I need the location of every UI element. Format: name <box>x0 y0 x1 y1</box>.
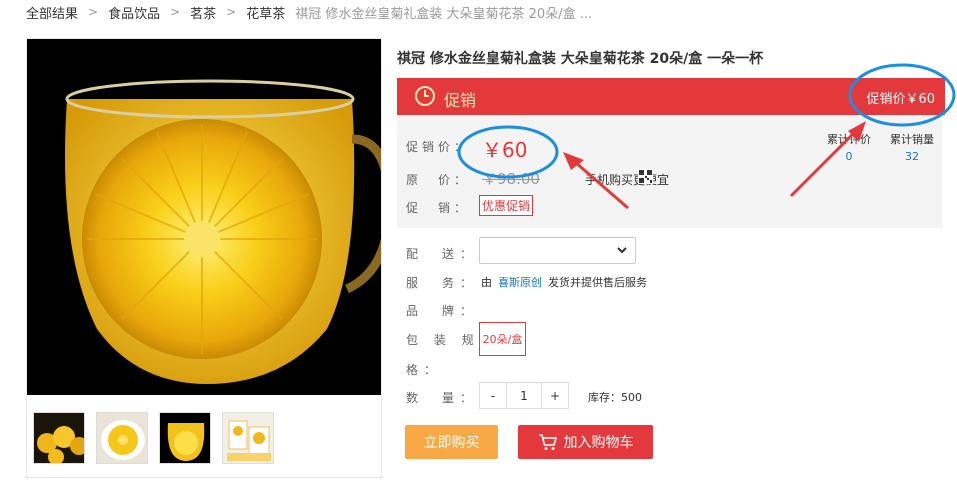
add-to-cart-button[interactable]: 加入购物车 <box>518 425 653 459</box>
service-suffix: 发货并提供售后服务 <box>548 276 647 289</box>
price-box: 促销价： ￥60 原 价： ￥98.00 手机购买更便宜 促 销： 优惠促销 累… <box>397 115 942 228</box>
promo-price-tag: 促销价￥60 <box>866 92 935 107</box>
service-prefix: 由 <box>481 276 492 289</box>
original-price-label: 原 价： <box>406 173 471 187</box>
spec-label-cont: 格： <box>406 363 443 377</box>
promo-bar: 促销 促销价￥60 <box>397 78 945 115</box>
product-title: 祺冠 修水金丝皇菊礼盒装 大朵皇菊花茶 20朵/盒 一朵一杯 <box>397 51 764 67</box>
breadcrumb-item-food[interactable]: 食品饮品 <box>108 3 160 22</box>
mobile-cheaper-link[interactable]: 手机购买更便宜 <box>585 171 669 188</box>
product-main-image[interactable] <box>27 39 381 395</box>
stat-reviews[interactable]: 累计评价 0 <box>827 131 871 163</box>
quantity-stepper: - 1 + <box>479 382 569 409</box>
clock-icon <box>415 86 435 106</box>
delivery-label: 配 送： <box>406 247 479 261</box>
brand-label: 品 牌： <box>406 304 479 318</box>
spec-option-20-per-box[interactable]: 20朵/盒 <box>479 322 526 356</box>
promotion-label: 促 销： <box>406 201 471 215</box>
promo-price-label: 促销价： <box>406 140 471 154</box>
add-to-cart-label: 加入购物车 <box>563 435 634 451</box>
chevron-right-icon: > <box>88 5 99 19</box>
breadcrumb-item-herbal-tea[interactable]: 花草茶 <box>246 3 285 22</box>
breadcrumb: 全部结果 > 食品饮品 > 茗茶 > 花草茶 祺冠 修水金丝皇菊礼盒装 大朵皇菊… <box>26 2 592 22</box>
quantity-label: 数 量： <box>406 391 479 405</box>
promo-price-value: ￥60 <box>482 138 528 162</box>
stat-sales-value: 32 <box>905 150 919 163</box>
product-gallery <box>26 38 382 478</box>
promo-label: 促销 <box>444 91 477 110</box>
chevron-down-icon <box>617 247 627 254</box>
qr-code-icon[interactable] <box>638 169 653 184</box>
chevron-right-icon: > <box>226 5 237 19</box>
breadcrumb-item-tea[interactable]: 茗茶 <box>190 3 216 22</box>
original-price-value: ￥98.00 <box>482 170 540 188</box>
spec-label: 包 装 规 <box>406 333 480 347</box>
thumbnail-1[interactable] <box>33 412 85 464</box>
stat-reviews-label: 累计评价 <box>827 133 871 146</box>
thumbnail-4[interactable] <box>222 412 274 464</box>
shop-link[interactable]: 喜斯原创 <box>498 276 542 289</box>
stat-reviews-value: 0 <box>845 150 853 163</box>
chevron-right-icon: > <box>170 5 181 19</box>
quantity-minus-button[interactable]: - <box>479 382 507 409</box>
buy-now-label: 立即购买 <box>423 435 480 451</box>
cart-icon <box>538 434 557 450</box>
quantity-plus-button[interactable]: + <box>541 382 569 409</box>
stat-sales: 累计销量 32 <box>890 131 934 163</box>
delivery-select[interactable] <box>479 237 636 264</box>
buy-now-button[interactable]: 立即购买 <box>405 425 498 459</box>
stock-count: 库存：500 <box>588 391 642 404</box>
breadcrumb-item-current: 祺冠 修水金丝皇菊礼盒装 大朵皇菊花茶 20朵/盒 ... <box>295 6 593 22</box>
promotion-tag[interactable]: 优惠促销 <box>479 195 534 216</box>
breadcrumb-item-all[interactable]: 全部结果 <box>26 3 78 22</box>
thumbnail-3[interactable] <box>159 412 211 464</box>
thumbnail-strip <box>33 412 274 464</box>
stat-sales-label: 累计销量 <box>890 133 934 146</box>
service-info: 由喜斯原创 发货并提供售后服务 <box>481 274 647 290</box>
thumbnail-2[interactable] <box>96 412 148 464</box>
quantity-input[interactable]: 1 <box>507 382 541 409</box>
service-label: 服 务： <box>406 276 479 290</box>
